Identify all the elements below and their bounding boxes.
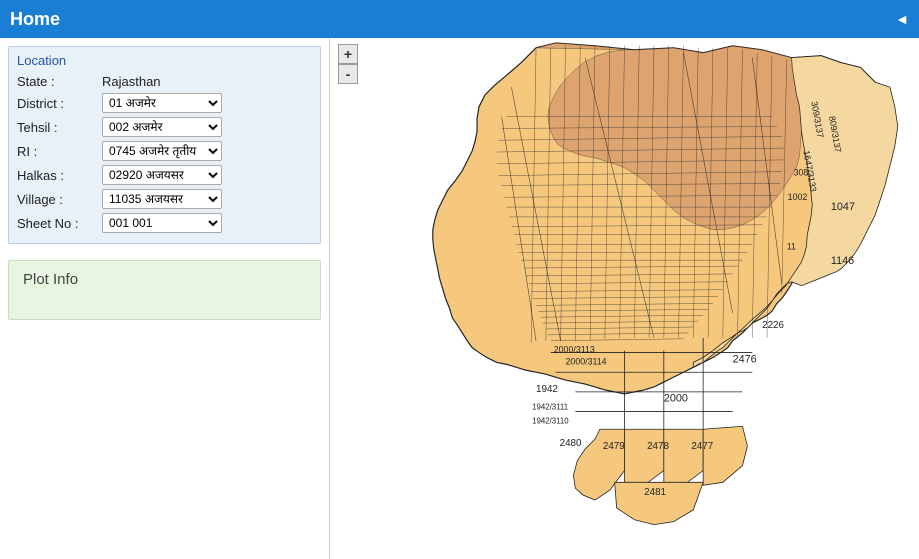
map-svg: 1047 1146 809/3137 309/3137 1647/3133 30… <box>330 38 919 559</box>
ri-row: RI : 0745 अजमेर तृतीय <box>17 141 312 161</box>
collapse-button[interactable]: ◄ <box>895 11 909 27</box>
plot-1942-3110: 1942/3110 <box>532 416 569 425</box>
plot-2478: 2478 <box>647 441 669 452</box>
plot-2477: 2477 <box>691 441 713 452</box>
state-label: State : <box>17 74 102 89</box>
state-value: Rajasthan <box>102 74 161 89</box>
tehsil-label: Tehsil : <box>17 120 102 135</box>
plot-2000-3113: 2000/3113 <box>554 345 595 355</box>
plot-2481: 2481 <box>644 487 666 498</box>
halkas-label: Halkas : <box>17 168 102 183</box>
main-content: Location State : Rajasthan District : 01… <box>0 38 919 559</box>
zoom-out-button[interactable]: - <box>338 64 358 84</box>
village-select[interactable]: 11035 अजयसर <box>102 189 222 209</box>
plot-11x: 11 <box>787 241 796 251</box>
plot-2480: 2480 <box>560 438 582 449</box>
plot-2476: 2476 <box>733 353 757 365</box>
village-label: Village : <box>17 192 102 207</box>
location-section: Location State : Rajasthan District : 01… <box>8 46 321 244</box>
plot-info-section: Plot Info <box>8 260 321 320</box>
location-label: Location <box>17 53 312 68</box>
tehsil-row: Tehsil : 002 अजमेर <box>17 117 312 137</box>
header: Home ◄ <box>0 0 919 38</box>
village-row: Village : 11035 अजयसर <box>17 189 312 209</box>
district-label: District : <box>17 96 102 111</box>
state-row: State : Rajasthan <box>17 74 312 89</box>
map-area[interactable]: + - <box>330 38 919 559</box>
plot-1942: 1942 <box>536 384 558 395</box>
tehsil-select[interactable]: 002 अजमेर <box>102 117 222 137</box>
plot-1047: 1047 <box>831 201 855 213</box>
plot-2226: 2226 <box>762 320 784 331</box>
plot-308: 308 <box>794 168 809 178</box>
ri-label: RI : <box>17 144 102 159</box>
plot-2000-3114: 2000/3114 <box>566 356 607 366</box>
ri-select[interactable]: 0745 अजमेर तृतीय <box>102 141 222 161</box>
district-row: District : 01 अजमेर <box>17 93 312 113</box>
sheet-label: Sheet No : <box>17 216 102 231</box>
plot-1146: 1146 <box>831 255 854 267</box>
plot-2000: 2000 <box>664 393 688 405</box>
halkas-row: Halkas : 02920 अजयसर <box>17 165 312 185</box>
plot-info-label: Plot Info <box>23 271 306 288</box>
sidebar: Location State : Rajasthan District : 01… <box>0 38 330 559</box>
sheet-select[interactable]: 001 001 <box>102 213 222 233</box>
header-title: Home <box>10 9 60 30</box>
plot-1942-3111: 1942/3111 <box>532 403 568 412</box>
sheet-row: Sheet No : 001 001 <box>17 213 312 233</box>
zoom-in-button[interactable]: + <box>338 44 358 64</box>
district-select[interactable]: 01 अजमेर <box>102 93 222 113</box>
plot-1002: 1002 <box>788 192 808 202</box>
map-controls: + - <box>338 44 358 84</box>
plot-2479: 2479 <box>603 441 625 452</box>
halkas-select[interactable]: 02920 अजयसर <box>102 165 222 185</box>
app: Home ◄ Location State : Rajasthan Distri… <box>0 0 919 559</box>
